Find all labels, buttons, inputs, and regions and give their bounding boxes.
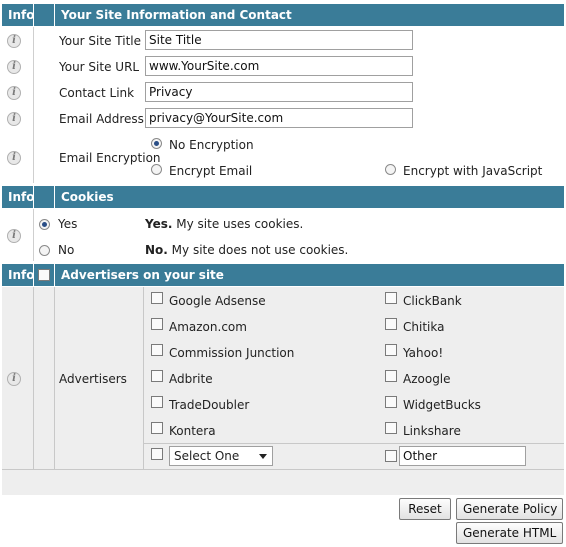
info-column-header: Info — [8, 8, 35, 22]
site-url-input[interactable]: www.YourSite.com — [145, 56, 413, 76]
adbrite-label: Adbrite — [169, 372, 213, 386]
cookies-yes-label: Yes — [58, 217, 78, 231]
clickbank-checkbox[interactable] — [385, 292, 397, 304]
info-column-header: Info — [8, 268, 35, 282]
site-title-label: Your Site Title — [59, 34, 142, 48]
cookies-yes-description: Yes. My site uses cookies. — [145, 217, 304, 231]
info-column-header: Info — [8, 190, 35, 204]
advertisers-title: Advertisers on your site — [61, 268, 224, 282]
chitika-checkbox[interactable] — [385, 318, 397, 330]
generate-policy-button[interactable]: Generate Policy — [456, 498, 563, 520]
chitika-label: Chitika — [403, 320, 445, 334]
custom-advertiser-checkbox[interactable] — [151, 448, 163, 460]
email-label: Email Address — [59, 112, 144, 126]
widgetbucks-checkbox[interactable] — [385, 396, 397, 408]
encrypt-email-radio[interactable] — [151, 164, 162, 175]
adbrite-checkbox[interactable] — [151, 370, 163, 382]
tradedoubler-checkbox[interactable] — [151, 396, 163, 408]
azoogle-checkbox[interactable] — [385, 370, 397, 382]
no-encryption-label: No Encryption — [169, 138, 254, 152]
tradedoubler-label: TradeDoubler — [169, 398, 250, 412]
advertisers-label: Advertisers — [59, 372, 127, 386]
site-url-label: Your Site URL — [59, 60, 140, 74]
info-icon[interactable]: i — [7, 34, 21, 48]
cookies-no-description: No. My site does not use cookies. — [145, 243, 349, 257]
kontera-label: Kontera — [169, 424, 216, 438]
google-adsense-checkbox[interactable] — [151, 292, 163, 304]
cookies-title: Cookies — [61, 190, 114, 204]
clickbank-label: ClickBank — [403, 294, 462, 308]
info-icon[interactable]: i — [7, 372, 21, 386]
linkshare-checkbox[interactable] — [385, 422, 397, 434]
email-input[interactable]: privacy@YourSite.com — [145, 108, 413, 128]
no-encryption-radio[interactable] — [151, 138, 162, 149]
contact-link-label: Contact Link — [59, 86, 135, 100]
kontera-checkbox[interactable] — [151, 422, 163, 434]
info-icon[interactable]: i — [7, 86, 21, 100]
info-icon[interactable]: i — [7, 60, 21, 74]
encrypt-javascript-radio[interactable] — [385, 164, 396, 175]
google-adsense-label: Google Adsense — [169, 294, 266, 308]
contact-link-input[interactable]: Privacy — [145, 82, 413, 102]
azoogle-label: Azoogle — [403, 372, 451, 386]
site-info-header: Info Your Site Information and Contact — [2, 4, 564, 26]
linkshare-label: Linkshare — [403, 424, 461, 438]
widgetbucks-label: WidgetBucks — [403, 398, 481, 412]
advertiser-select-value: Select One — [174, 449, 240, 463]
info-icon[interactable]: i — [7, 112, 21, 126]
yahoo-checkbox[interactable] — [385, 344, 397, 356]
yahoo-label: Yahoo! — [403, 346, 444, 360]
email-encryption-label: Email Encryption — [59, 151, 161, 165]
cookies-no-radio[interactable] — [39, 245, 50, 256]
reset-button[interactable]: Reset — [399, 498, 451, 520]
encrypt-email-label: Encrypt Email — [169, 164, 253, 178]
commission-junction-checkbox[interactable] — [151, 344, 163, 356]
generate-html-button[interactable]: Generate HTML — [456, 522, 563, 544]
info-icon[interactable]: i — [7, 229, 21, 243]
chevron-down-icon — [259, 454, 267, 459]
amazon-label: Amazon.com — [169, 320, 247, 334]
other-advertiser-checkbox[interactable] — [385, 450, 397, 462]
site-info-title: Your Site Information and Contact — [61, 8, 292, 22]
amazon-checkbox[interactable] — [151, 318, 163, 330]
other-advertiser-input[interactable]: Other — [399, 446, 526, 466]
select-all-advertisers-checkbox[interactable] — [38, 269, 50, 281]
site-title-input[interactable]: Site Title — [145, 30, 413, 50]
commission-junction-label: Commission Junction — [169, 346, 295, 360]
cookies-yes-radio[interactable] — [39, 219, 50, 230]
cookies-header: Info Cookies — [2, 186, 564, 208]
advertisers-header: Info Advertisers on your site — [2, 264, 564, 286]
cookies-no-label: No — [58, 243, 75, 257]
advertiser-select[interactable]: Select One — [169, 446, 273, 466]
encrypt-javascript-label: Encrypt with JavaScript — [403, 164, 543, 178]
info-icon[interactable]: i — [7, 151, 21, 165]
